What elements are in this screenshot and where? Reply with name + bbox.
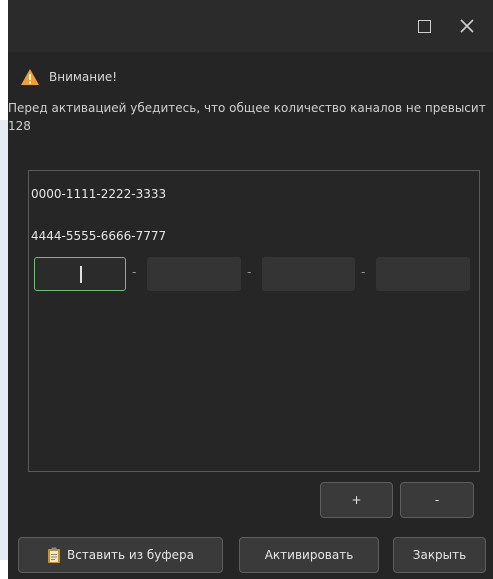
close-icon [460,19,474,33]
key-segment-input-4[interactable] [376,257,470,291]
background-tint [0,120,8,560]
maximize-icon [417,19,431,33]
key-segment-input-2[interactable] [147,257,241,291]
segment-separator: - [361,265,366,279]
key-segment-input-1[interactable] [34,257,126,291]
close-window-button[interactable] [451,12,483,40]
license-key-item[interactable]: 0000-1111-2222-3333 [31,187,166,201]
background-strip [0,0,8,579]
remove-key-button[interactable]: - [400,482,474,518]
title-bar [8,0,493,52]
text-caret [80,266,82,283]
maximize-button[interactable] [408,12,440,40]
license-key-item[interactable]: 4444-5555-6666-7777 [31,229,166,243]
key-segment-input-3[interactable] [262,257,355,291]
segment-separator: - [132,265,137,279]
warning-header: Внимание! [20,66,117,88]
keys-panel: 0000-1111-2222-3333 4444-5555-6666-7777 … [28,170,480,472]
warning-title: Внимание! [49,70,118,84]
clipboard-icon [47,547,60,563]
segment-separator: - [247,265,252,279]
close-button[interactable]: Закрыть [393,537,486,573]
add-key-button[interactable]: + [320,482,393,518]
paste-button-label: Вставить из буфера [66,548,195,562]
activation-dialog: Внимание! Перед активацией убедитесь, чт… [8,0,493,579]
warning-icon [21,69,39,85]
activate-button[interactable]: Активировать [239,537,379,573]
warning-message: Перед активацией убедитесь, что общее ко… [8,101,486,133]
paste-from-clipboard-button[interactable]: Вставить из буфера [18,537,223,573]
